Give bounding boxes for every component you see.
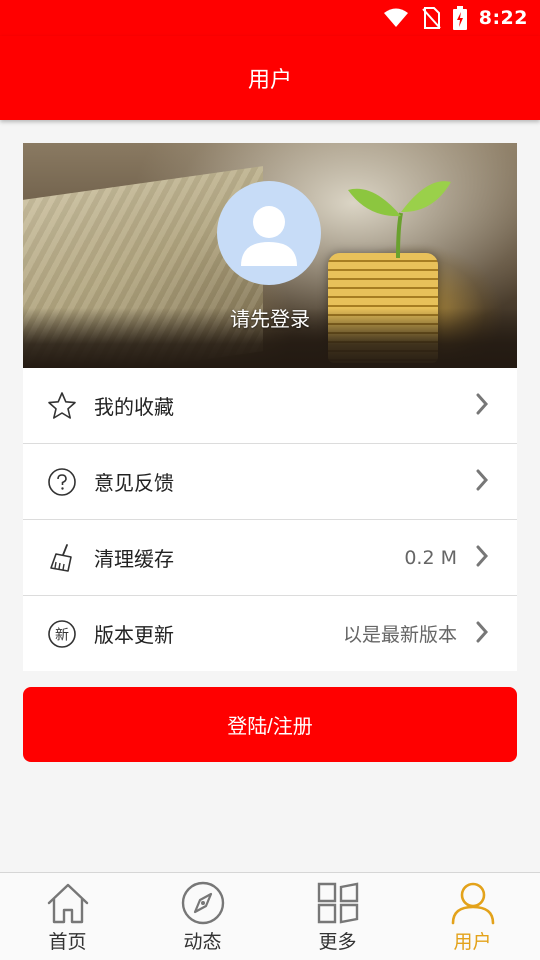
app-bar: 用户 xyxy=(0,36,540,120)
question-circle-icon xyxy=(47,467,77,497)
menu-item-label: 版本更新 xyxy=(94,623,174,647)
user-avatar-icon xyxy=(241,206,297,266)
new-badge-icon: 新 xyxy=(47,619,77,649)
bottom-nav: 首页 动态 更多 用户 xyxy=(0,872,540,960)
menu-item-version-update[interactable]: 新 版本更新 以是最新版本 xyxy=(23,596,517,671)
star-icon xyxy=(47,391,77,421)
settings-menu: 我的收藏 意见反馈 清理缓存 0.2 M 新 版本更新 以是最新版本 xyxy=(23,368,517,671)
chevron-right-icon xyxy=(475,621,489,647)
user-icon xyxy=(451,882,494,925)
status-time: 8:22 xyxy=(478,7,528,29)
page-title: 用户 xyxy=(247,68,292,93)
new-badge-text: 新 xyxy=(55,627,69,643)
version-status-value: 以是最新版本 xyxy=(342,624,457,646)
menu-item-feedback[interactable]: 意见反馈 xyxy=(23,444,517,520)
chevron-right-icon xyxy=(475,393,489,419)
nav-item-user[interactable]: 用户 xyxy=(405,873,540,960)
chevron-right-icon xyxy=(475,545,489,571)
menu-item-label: 我的收藏 xyxy=(94,395,174,419)
login-register-button[interactable]: 登陆/注册 xyxy=(23,687,517,762)
login-prompt[interactable]: 请先登录 xyxy=(23,303,517,332)
home-icon xyxy=(47,883,88,924)
nav-item-feed[interactable]: 动态 xyxy=(135,873,270,960)
chevron-right-icon xyxy=(475,469,489,495)
wifi-icon xyxy=(383,8,408,27)
nav-item-home[interactable]: 首页 xyxy=(0,873,135,960)
cache-size-value: 0.2 M xyxy=(404,546,457,569)
nav-item-more[interactable]: 更多 xyxy=(270,873,405,960)
banner-sprout-icon xyxy=(348,181,451,258)
menu-item-label: 清理缓存 xyxy=(94,547,174,571)
nav-label: 首页 xyxy=(48,931,87,953)
grid-icon xyxy=(317,882,358,924)
menu-item-clear-cache[interactable]: 清理缓存 0.2 M xyxy=(23,520,517,596)
nav-label: 更多 xyxy=(318,931,357,953)
no-sim-icon xyxy=(421,7,441,29)
menu-item-favorites[interactable]: 我的收藏 xyxy=(23,368,517,444)
compass-icon xyxy=(181,881,224,925)
broom-icon xyxy=(47,543,77,573)
avatar[interactable] xyxy=(217,181,321,285)
battery-charging-icon xyxy=(452,6,467,30)
profile-banner[interactable]: 请先登录 xyxy=(23,143,517,368)
nav-label: 动态 xyxy=(183,931,222,953)
status-bar: 8:22 xyxy=(0,0,540,36)
menu-item-label: 意见反馈 xyxy=(94,471,174,495)
nav-label: 用户 xyxy=(453,931,492,953)
